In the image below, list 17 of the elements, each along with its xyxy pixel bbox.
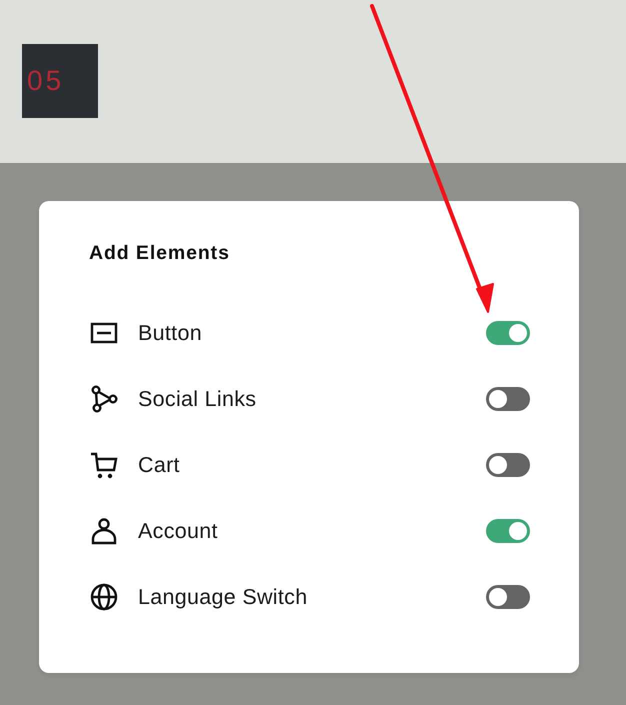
logo-text: 05: [27, 67, 64, 95]
element-label: Language Switch: [138, 584, 308, 610]
cart-icon: [89, 450, 119, 480]
logo[interactable]: 05: [22, 44, 98, 118]
element-label: Account: [138, 518, 218, 544]
share-nodes-icon: [89, 384, 119, 414]
toggle-switch[interactable]: [486, 387, 530, 411]
element-label: Cart: [138, 452, 180, 478]
toggle-switch[interactable]: [486, 585, 530, 609]
dialog-title: Add Elements: [89, 241, 230, 265]
globe-icon: [89, 582, 119, 612]
toggle-switch[interactable]: [486, 321, 530, 345]
element-label: Button: [138, 320, 202, 346]
toggle-switch[interactable]: [486, 453, 530, 477]
person-icon: [89, 516, 119, 546]
element-label: Social Links: [138, 386, 256, 412]
toggle-switch[interactable]: [486, 519, 530, 543]
